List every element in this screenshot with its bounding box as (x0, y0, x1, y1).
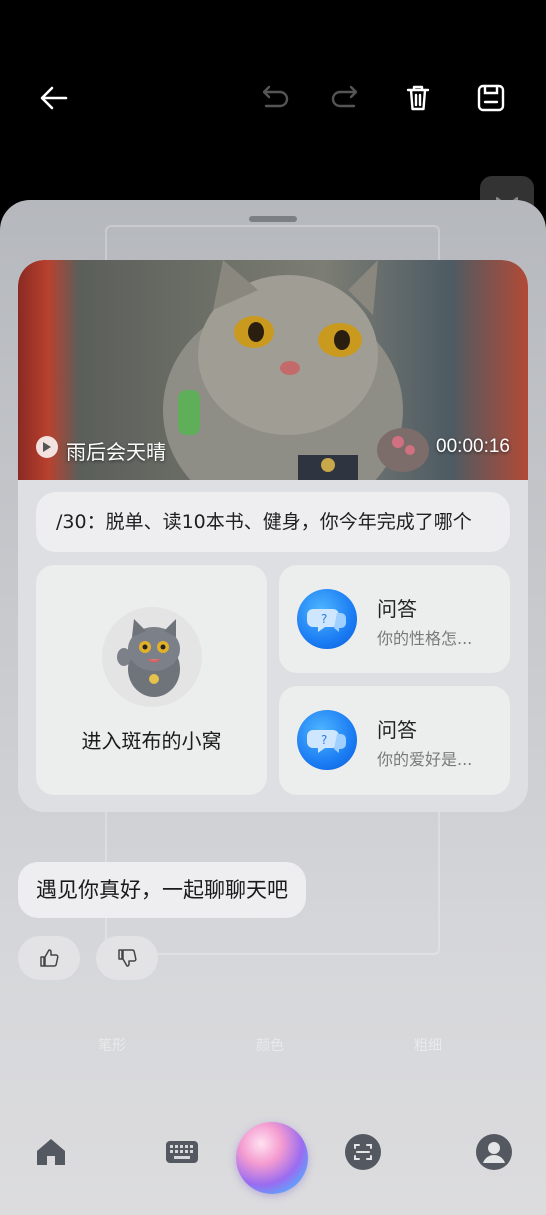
thumbs-up-button[interactable] (18, 936, 80, 980)
thumbs-down-button[interactable] (96, 936, 158, 980)
save-icon[interactable] (471, 78, 511, 118)
top-toolbar (0, 0, 546, 200)
qa-subtitle: 你的性格怎... (377, 629, 473, 648)
svg-text:?: ? (321, 612, 327, 626)
home-icon[interactable] (31, 1132, 71, 1172)
qa-tile-hobby[interactable]: ? 问答 你的爱好是... (279, 686, 510, 795)
brush-tool-ghost: 笔形 (98, 1038, 126, 1054)
redo-icon[interactable] (326, 78, 366, 118)
thumbs-down-icon (118, 949, 137, 967)
thickness-tool-ghost: 粗细 (414, 1038, 442, 1054)
qa-subtitle: 你的爱好是... (377, 750, 473, 769)
chat-bubble-question-icon: ? (297, 710, 357, 770)
profile-icon[interactable] (474, 1132, 514, 1172)
trash-icon[interactable] (398, 78, 438, 118)
topic-marquee[interactable]: /30：脱单、读10本书、健身，你今年完成了哪个 (36, 492, 510, 552)
chat-bubble-question-icon: ? (297, 589, 357, 649)
video-duration: 00:00:16 (436, 436, 510, 457)
video-player[interactable]: 雨后会天晴 00:00:16 (18, 260, 528, 480)
svg-text:?: ? (321, 733, 327, 747)
undo-icon[interactable] (254, 78, 294, 118)
video-title: 雨后会天晴 (66, 440, 166, 464)
recommend-card: 雨后会天晴 00:00:16 /30：脱单、读10本书、健身，你今年完成了哪个 (18, 260, 528, 812)
enter-nest-tile[interactable]: 进入斑布的小窝 (36, 565, 267, 795)
back-arrow-icon[interactable] (34, 78, 74, 118)
play-icon[interactable] (36, 436, 58, 458)
enter-nest-label: 进入斑布的小窝 (81, 729, 222, 753)
assistant-message: 遇见你真好，一起聊聊天吧 (18, 862, 306, 918)
qa-title: 问答 (377, 597, 417, 621)
qa-title: 问答 (377, 718, 417, 742)
thumbs-up-icon (40, 949, 59, 967)
qa-tile-personality[interactable]: ? 问答 你的性格怎... (279, 565, 510, 673)
mascot-avatar (102, 607, 202, 707)
scan-icon[interactable] (343, 1132, 383, 1172)
assistant-sheet: 雨后会天晴 00:00:16 /30：脱单、读10本书、健身，你今年完成了哪个 (0, 200, 546, 1215)
assistant-orb[interactable] (236, 1122, 308, 1194)
sheet-drag-handle[interactable] (249, 216, 297, 222)
keyboard-icon[interactable] (162, 1132, 202, 1172)
color-tool-ghost: 颜色 (256, 1038, 284, 1054)
